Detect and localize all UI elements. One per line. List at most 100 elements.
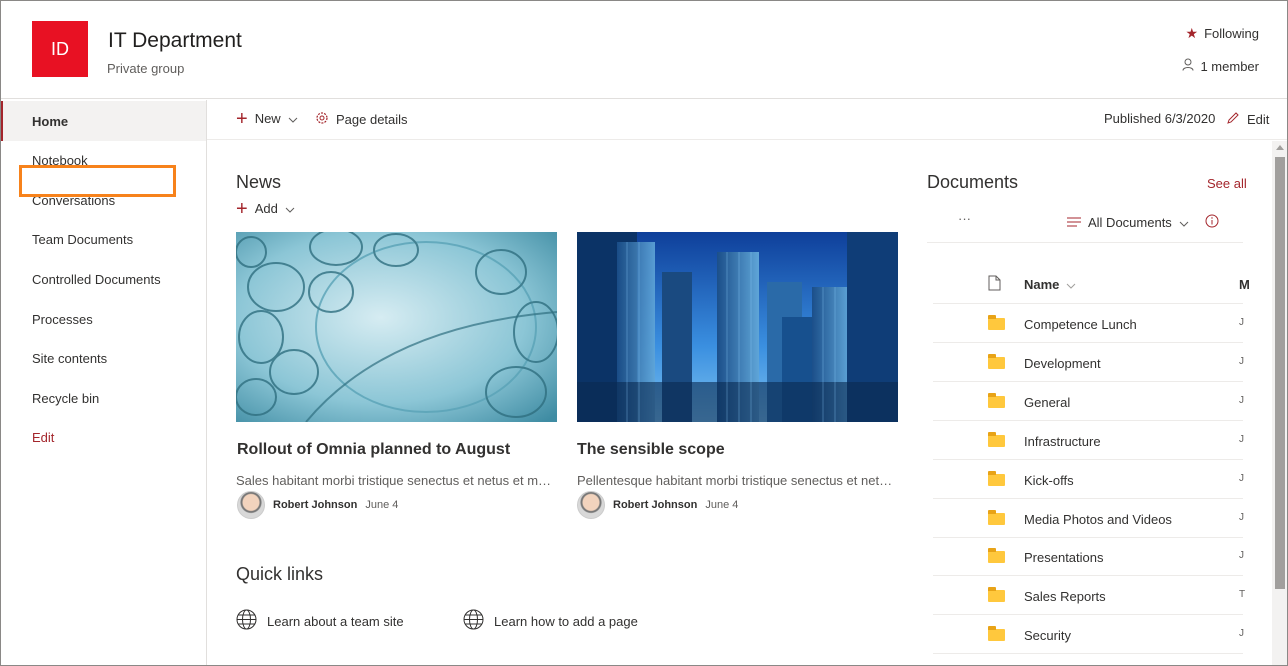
new-label: New bbox=[254, 111, 281, 126]
folder-icon bbox=[988, 626, 1005, 641]
row-name[interactable]: Security bbox=[1024, 628, 1071, 643]
nav-edit-link[interactable]: Edit bbox=[1, 417, 206, 457]
folder-icon bbox=[988, 393, 1005, 408]
row-modified: J bbox=[1239, 512, 1244, 523]
new-button[interactable]: + New bbox=[236, 107, 298, 130]
table-row[interactable]: Development J bbox=[933, 343, 1244, 382]
chevron-down-icon bbox=[1179, 215, 1189, 230]
nav-item-recycle-bin[interactable]: Recycle bin bbox=[1, 378, 206, 418]
nav-item-team-documents[interactable]: Team Documents bbox=[1, 219, 206, 259]
folder-icon bbox=[988, 432, 1005, 447]
avatar bbox=[237, 491, 265, 519]
page-details-label: Page details bbox=[336, 112, 408, 127]
info-icon[interactable] bbox=[1205, 214, 1219, 231]
news-card-image-bubbles[interactable] bbox=[236, 232, 557, 422]
folder-icon bbox=[988, 548, 1005, 563]
vertical-scrollbar[interactable] bbox=[1272, 141, 1287, 665]
more-options-button[interactable]: ··· bbox=[958, 211, 971, 226]
chevron-down-icon bbox=[1066, 277, 1076, 292]
row-name[interactable]: Sales Reports bbox=[1024, 589, 1106, 604]
folder-icon bbox=[988, 354, 1005, 369]
following-button[interactable]: ★ Following bbox=[1186, 25, 1259, 42]
person-icon bbox=[1182, 58, 1194, 74]
row-modified: J bbox=[1239, 434, 1244, 445]
view-selector[interactable]: All Documents bbox=[1067, 215, 1189, 230]
name-column-header[interactable]: Name bbox=[1024, 277, 1076, 292]
folder-icon bbox=[988, 510, 1005, 525]
site-header: ID IT Department Private group ★ Followi… bbox=[1, 1, 1287, 99]
row-name[interactable]: Presentations bbox=[1024, 550, 1104, 565]
row-modified: T bbox=[1239, 589, 1246, 600]
folder-icon bbox=[988, 587, 1005, 602]
nav-item-site-contents[interactable]: Site contents bbox=[1, 338, 206, 378]
view-label: All Documents bbox=[1088, 215, 1172, 230]
members-label: 1 member bbox=[1200, 58, 1259, 74]
published-status: Published 6/3/2020 bbox=[1104, 111, 1216, 126]
quick-link-item[interactable]: Learn how to add a page bbox=[463, 609, 638, 633]
table-row[interactable]: Kick-offs J bbox=[933, 460, 1244, 499]
table-row[interactable]: Competence Lunch J bbox=[933, 304, 1244, 343]
scroll-up-arrow-icon[interactable] bbox=[1276, 145, 1284, 150]
avatar bbox=[577, 491, 605, 519]
folder-icon bbox=[988, 315, 1005, 330]
news-add-label: Add bbox=[254, 201, 278, 216]
quick-link-label: Learn how to add a page bbox=[494, 613, 638, 629]
edit-label: Edit bbox=[1247, 112, 1270, 127]
row-modified: J bbox=[1239, 395, 1244, 406]
row-name[interactable]: Media Photos and Videos bbox=[1024, 512, 1172, 527]
table-row[interactable]: Sales Reports T bbox=[933, 576, 1246, 615]
page-details-button[interactable]: Page details bbox=[315, 111, 408, 128]
folder-icon bbox=[988, 471, 1005, 486]
following-label: Following bbox=[1204, 26, 1259, 41]
table-row[interactable]: General J bbox=[933, 382, 1244, 421]
nav-item-controlled-documents[interactable]: Controlled Documents bbox=[1, 259, 206, 299]
nav-item-home[interactable]: Home bbox=[1, 101, 206, 141]
gear-icon bbox=[315, 111, 329, 128]
documents-heading: Documents bbox=[927, 172, 1019, 192]
news-add-button[interactable]: + Add bbox=[236, 197, 295, 220]
globe-icon bbox=[236, 609, 257, 633]
author-name: Robert Johnson bbox=[613, 499, 698, 511]
name-column-label: Name bbox=[1024, 277, 1060, 292]
row-modified: J bbox=[1239, 550, 1244, 561]
nav-item-processes[interactable]: Processes bbox=[1, 299, 206, 339]
scrollbar-thumb[interactable] bbox=[1275, 157, 1285, 589]
row-modified: J bbox=[1239, 473, 1244, 484]
plus-icon: + bbox=[236, 197, 248, 220]
news-card-title[interactable]: Rollout of Omnia planned to August bbox=[237, 441, 510, 459]
site-title[interactable]: IT Department bbox=[108, 29, 242, 53]
row-name[interactable]: General bbox=[1024, 395, 1070, 410]
news-card-author: Robert Johnson June 4 bbox=[577, 491, 738, 519]
table-row[interactable]: Security J bbox=[933, 615, 1244, 654]
globe-icon bbox=[463, 609, 484, 633]
row-modified: J bbox=[1239, 628, 1244, 639]
documents-toolbar: ··· All Documents bbox=[927, 206, 1243, 243]
edit-page-button[interactable]: Edit bbox=[1226, 111, 1269, 128]
row-name[interactable]: Development bbox=[1024, 356, 1101, 371]
quick-links-heading: Quick links bbox=[236, 564, 324, 584]
table-row[interactable]: Infrastructure J bbox=[933, 421, 1244, 460]
table-row[interactable]: Media Photos and Videos J bbox=[933, 499, 1244, 538]
sharepoint-window: ID IT Department Private group ★ Followi… bbox=[0, 0, 1288, 666]
row-name[interactable]: Competence Lunch bbox=[1024, 317, 1137, 332]
plus-icon: + bbox=[236, 107, 248, 130]
news-card-title[interactable]: The sensible scope bbox=[577, 441, 725, 459]
news-heading: News bbox=[236, 172, 282, 192]
quick-link-item[interactable]: Learn about a team site bbox=[236, 609, 404, 633]
table-row[interactable]: Presentations J bbox=[933, 537, 1244, 576]
members-button[interactable]: 1 member bbox=[1182, 58, 1259, 74]
row-name[interactable]: Kick-offs bbox=[1024, 473, 1074, 488]
quick-link-label: Learn about a team site bbox=[267, 613, 404, 629]
row-name[interactable]: Infrastructure bbox=[1024, 434, 1101, 449]
site-logo[interactable]: ID bbox=[32, 21, 88, 77]
news-card-description: Pellentesque habitant morbi tristique se… bbox=[577, 473, 897, 488]
author-name: Robert Johnson bbox=[273, 499, 358, 511]
list-icon bbox=[1067, 215, 1081, 230]
news-card-description: Sales habitant morbi tristique senectus … bbox=[236, 473, 556, 488]
author-date: June 4 bbox=[705, 499, 739, 511]
see-all-link[interactable]: See all bbox=[1207, 176, 1247, 191]
news-card-image-skyscrapers[interactable] bbox=[577, 232, 898, 422]
documents-header-row: Name M bbox=[933, 264, 1250, 304]
modified-column-header[interactable]: M bbox=[1239, 277, 1250, 292]
row-modified: J bbox=[1239, 356, 1244, 367]
